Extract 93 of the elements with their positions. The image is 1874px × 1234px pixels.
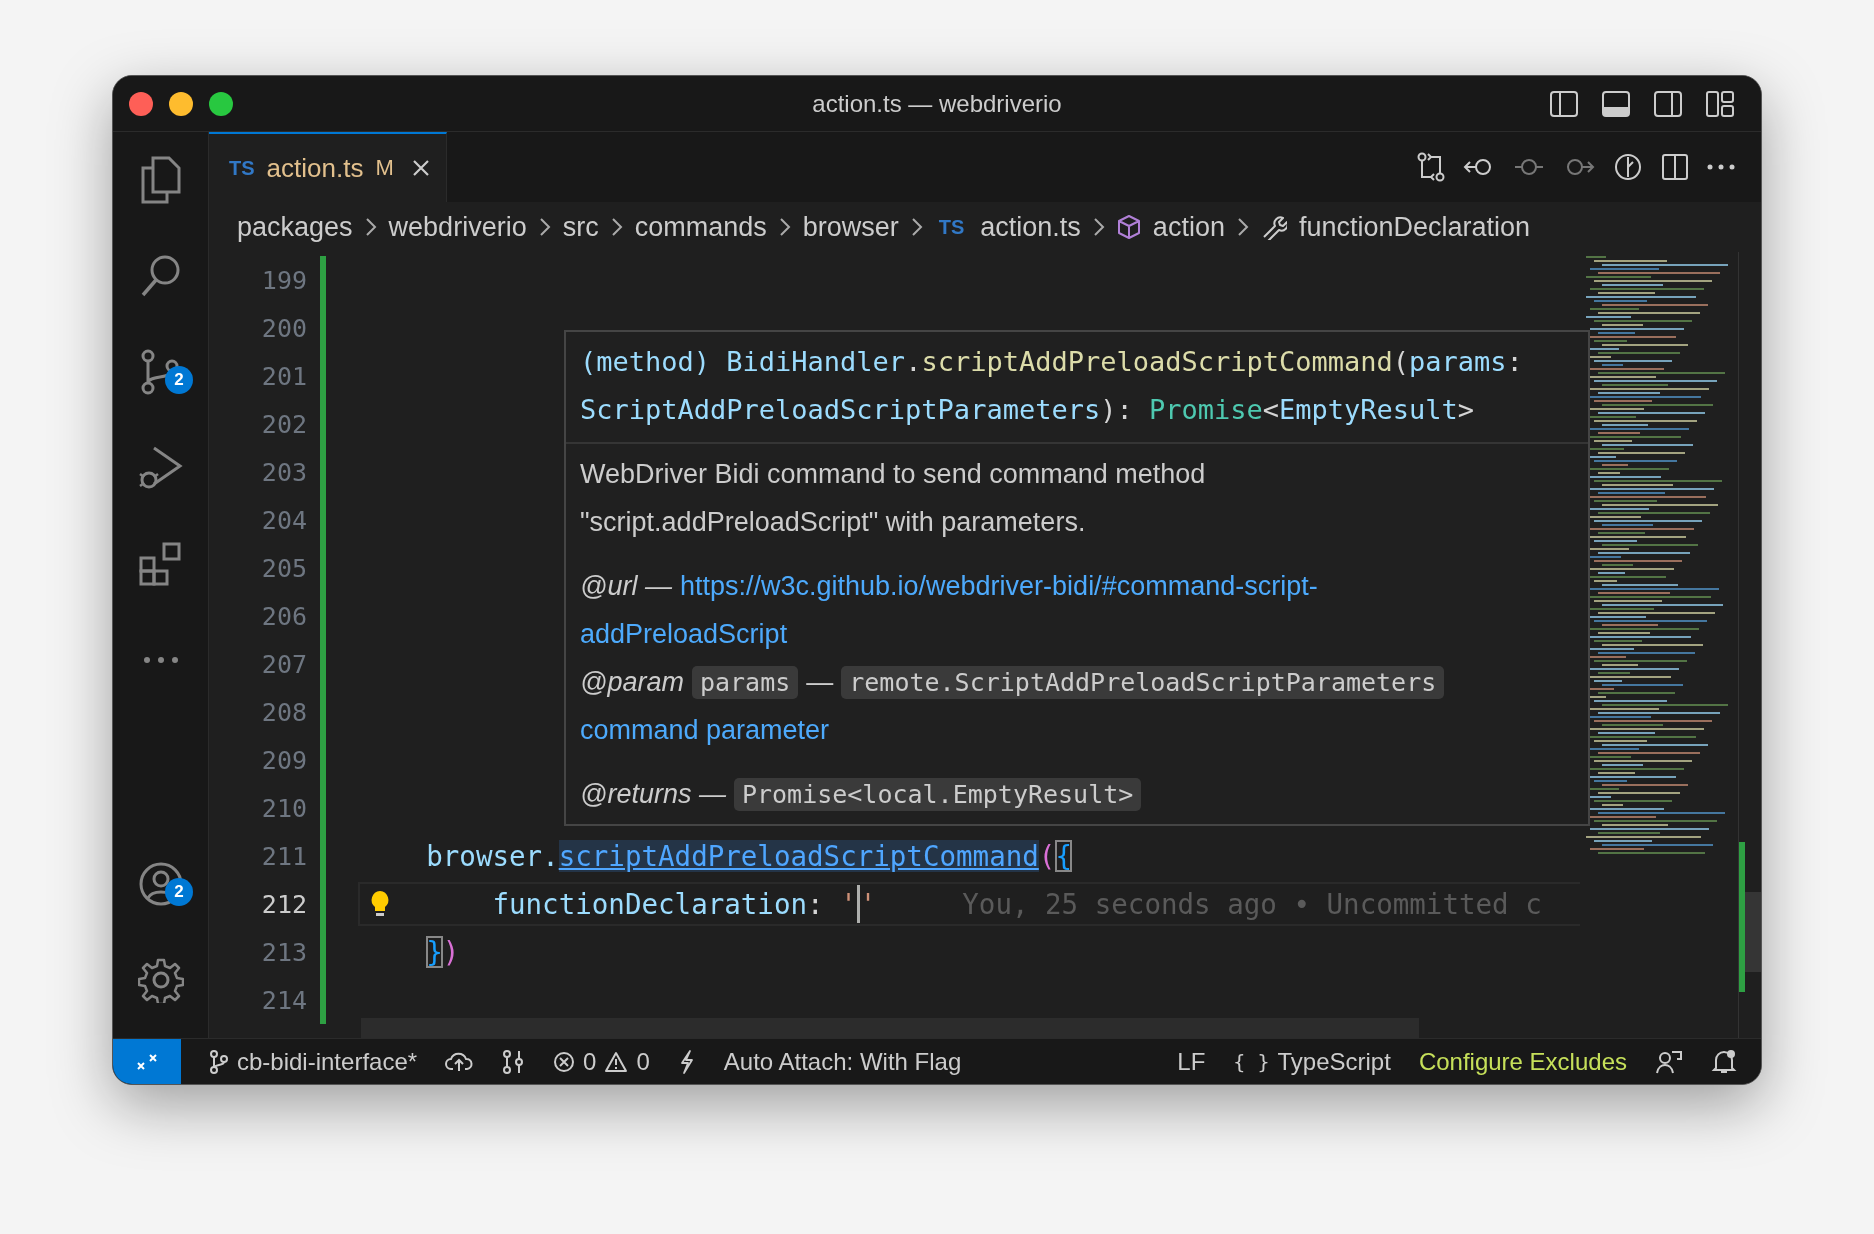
text-cursor xyxy=(856,885,860,923)
line-number: 204 xyxy=(260,505,307,535)
git-graph-icon[interactable] xyxy=(501,1048,526,1075)
code-token: ' xyxy=(840,888,857,920)
scrollbar[interactable] xyxy=(1738,252,1761,1038)
tag-label: @returns — xyxy=(580,778,726,810)
code-token: ( xyxy=(1038,840,1056,872)
line-number: 213 xyxy=(260,937,307,967)
notification-bell-icon[interactable] xyxy=(1711,1048,1737,1075)
cloud-upload-icon[interactable] xyxy=(445,1050,474,1073)
panel-toggle-icon[interactable] xyxy=(1601,89,1631,118)
timeline-icon[interactable] xyxy=(1613,152,1643,182)
breadcrumb-item[interactable]: action xyxy=(1152,211,1225,243)
auto-attach-button[interactable]: Auto Attach: With Flag xyxy=(723,1047,962,1076)
line-number: 212 xyxy=(260,889,307,919)
breadcrumb-item[interactable]: browser xyxy=(802,211,899,243)
secondary-sidebar-icon[interactable] xyxy=(1653,89,1683,118)
line-number: 211 xyxy=(260,841,307,871)
signature-line: (method) BidiHandler.scriptAddPreloadScriptCommand(params: xyxy=(580,345,1524,379)
error-icon xyxy=(553,1050,576,1073)
chevron-icon xyxy=(610,217,623,237)
tag-label: @url — xyxy=(580,570,672,602)
line-number: 214 xyxy=(260,985,307,1015)
branch-button[interactable]: cb-bidi-interface* xyxy=(209,1047,418,1076)
branch-icon xyxy=(209,1049,229,1074)
code-chip: Promise<local.EmptyResult> xyxy=(733,777,1142,811)
problems-button[interactable]: 0 0 xyxy=(553,1047,650,1076)
breadcrumb-item[interactable]: action.ts xyxy=(980,211,1081,243)
chevron-icon xyxy=(778,217,791,237)
line-number: 207 xyxy=(260,649,307,679)
feedback-icon[interactable] xyxy=(1655,1048,1683,1075)
line-number: 202 xyxy=(260,409,307,439)
warning-icon xyxy=(604,1050,629,1073)
sidebar-toggle-icon[interactable] xyxy=(1549,89,1579,118)
breadcrumb-item[interactable]: src xyxy=(562,211,599,243)
code-token: } xyxy=(426,936,443,968)
blame-annotation: You, 25 seconds ago • Uncommitted c xyxy=(962,888,1542,920)
count-badge: 2 xyxy=(165,878,193,906)
compare-changes-icon[interactable] xyxy=(1417,152,1445,182)
url-link[interactable]: https://w3c.github.io/webdriver-bidi/#command-script- xyxy=(679,570,1318,602)
signature-line: ScriptAddPreloadScriptParameters): Promise<EmptyResult> xyxy=(580,393,1476,427)
line-number: 203 xyxy=(260,457,307,487)
zoom-button[interactable] xyxy=(209,91,233,116)
dash-text: — xyxy=(806,666,834,698)
minimize-button[interactable] xyxy=(169,91,193,116)
code-chip: remote.ScriptAddPreloadScriptParameters xyxy=(841,665,1445,699)
line-number: 210 xyxy=(260,793,307,823)
chevron-icon xyxy=(910,217,923,237)
code-chip: params xyxy=(691,665,799,699)
more-actions-icon[interactable] xyxy=(1707,164,1735,170)
param-description: command parameter xyxy=(580,714,830,746)
line-ending-button[interactable]: LF xyxy=(1177,1047,1206,1076)
lightbulb-icon[interactable] xyxy=(370,890,390,918)
tag-label: @param xyxy=(580,666,684,698)
line-number: 200 xyxy=(260,313,307,343)
close-icon[interactable] xyxy=(411,159,430,177)
line-number: 209 xyxy=(260,745,307,775)
remote-button[interactable] xyxy=(113,1039,181,1084)
line-number: 201 xyxy=(260,361,307,391)
breadcrumb-item[interactable]: packages xyxy=(237,211,353,243)
split-editor-icon[interactable] xyxy=(1661,153,1689,181)
file-tab[interactable]: TS action.ts M xyxy=(209,132,447,202)
window-title: action.ts — webdriverio xyxy=(812,89,1062,118)
count-badge: 2 xyxy=(165,366,193,394)
description-text: WebDriver Bidi command to send command method "script.addPreloadScript" with parameters. xyxy=(580,458,1207,539)
cube-icon xyxy=(1116,214,1141,240)
code-token: scriptAddPreloadScriptCommand xyxy=(558,840,1039,872)
chevron-icon xyxy=(1092,217,1105,237)
settings-icon[interactable] xyxy=(137,957,184,1003)
layout-icon[interactable] xyxy=(1705,89,1735,118)
chevron-icon xyxy=(364,217,377,237)
breadcrumb-item[interactable]: commands xyxy=(634,211,767,243)
code-token: { xyxy=(1055,840,1072,872)
extensions-icon[interactable] xyxy=(137,541,184,587)
breadcrumb-item[interactable]: webdriverio xyxy=(388,211,527,243)
close-button[interactable] xyxy=(129,91,153,116)
chevron-icon xyxy=(538,217,551,237)
line-number: 208 xyxy=(260,697,307,727)
code-token: browser. xyxy=(426,840,559,872)
line-number: 206 xyxy=(260,601,307,631)
breadcrumb-item[interactable]: functionDeclaration xyxy=(1298,211,1531,243)
url-link[interactable]: addPreloadScript xyxy=(580,618,788,650)
line-number: 199 xyxy=(260,265,307,295)
code-token: ) xyxy=(442,936,460,968)
configure-excludes-button[interactable]: Configure Excludes xyxy=(1418,1047,1627,1076)
language-mode-button[interactable]: { } TypeScript xyxy=(1233,1047,1391,1076)
code-token: : xyxy=(807,888,825,920)
code-token: functionDeclaration xyxy=(492,888,808,920)
code-token: ' xyxy=(859,888,877,920)
typescript-label: TS xyxy=(938,215,965,239)
more-icon[interactable] xyxy=(142,656,179,664)
line-number: 205 xyxy=(260,553,307,583)
chevron-icon xyxy=(1236,217,1249,237)
